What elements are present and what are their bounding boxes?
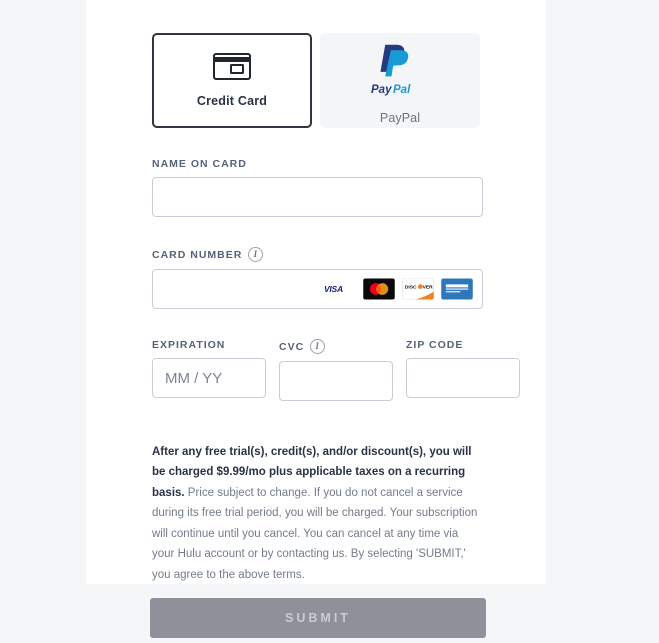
legal-disclaimer: After any free trial(s), credit(s), and/…	[152, 442, 483, 585]
card-number-input[interactable]	[152, 269, 483, 309]
zip-code-input[interactable]	[406, 358, 520, 398]
svg-text:Pay: Pay	[371, 84, 392, 96]
legal-disclaimer-body: Price subject to change. If you do not c…	[152, 486, 478, 581]
expiration-label: EXPIRATION	[152, 339, 226, 351]
cvc-input[interactable]	[279, 361, 393, 401]
expiration-group: EXPIRATION	[152, 339, 266, 401]
name-on-card-group: NAME ON CARD	[152, 158, 483, 217]
payment-method-paypal[interactable]: Pay Pal PayPal	[320, 33, 480, 128]
svg-text:Pal: Pal	[393, 84, 411, 96]
cvc-group: CVC i	[279, 339, 393, 401]
name-on-card-label: NAME ON CARD	[152, 158, 247, 170]
payment-method-credit-card[interactable]: Credit Card	[152, 33, 312, 128]
zip-code-label: ZIP CODE	[406, 339, 464, 351]
zip-code-group: ZIP CODE	[406, 339, 520, 401]
payment-form: Credit Card Pay Pal PayPal NAME ON CARD …	[152, 33, 520, 597]
payment-method-selector: Credit Card Pay Pal PayPal	[152, 33, 483, 128]
payment-form-card: Credit Card Pay Pal PayPal NAME ON CARD …	[86, 0, 546, 584]
name-on-card-input[interactable]	[152, 177, 483, 217]
payment-method-paypal-label: PayPal	[379, 110, 421, 125]
payment-method-credit-card-label: Credit Card	[196, 94, 268, 108]
paypal-logo: Pay Pal	[371, 37, 429, 97]
credit-card-icon	[213, 53, 251, 80]
card-number-field-wrapper: VISA DISC VER	[152, 269, 483, 309]
card-number-info-icon[interactable]: i	[248, 247, 264, 262]
cvc-info-icon[interactable]: i	[310, 339, 326, 354]
cvc-label: CVC i	[279, 339, 393, 354]
card-number-label: CARD NUMBER i	[152, 247, 483, 262]
submit-button[interactable]: SUBMIT	[150, 598, 486, 638]
card-details-row: EXPIRATION CVC i ZIP CODE	[152, 339, 520, 401]
expiration-input[interactable]	[152, 358, 266, 398]
card-number-group: CARD NUMBER i VISA	[152, 247, 483, 309]
